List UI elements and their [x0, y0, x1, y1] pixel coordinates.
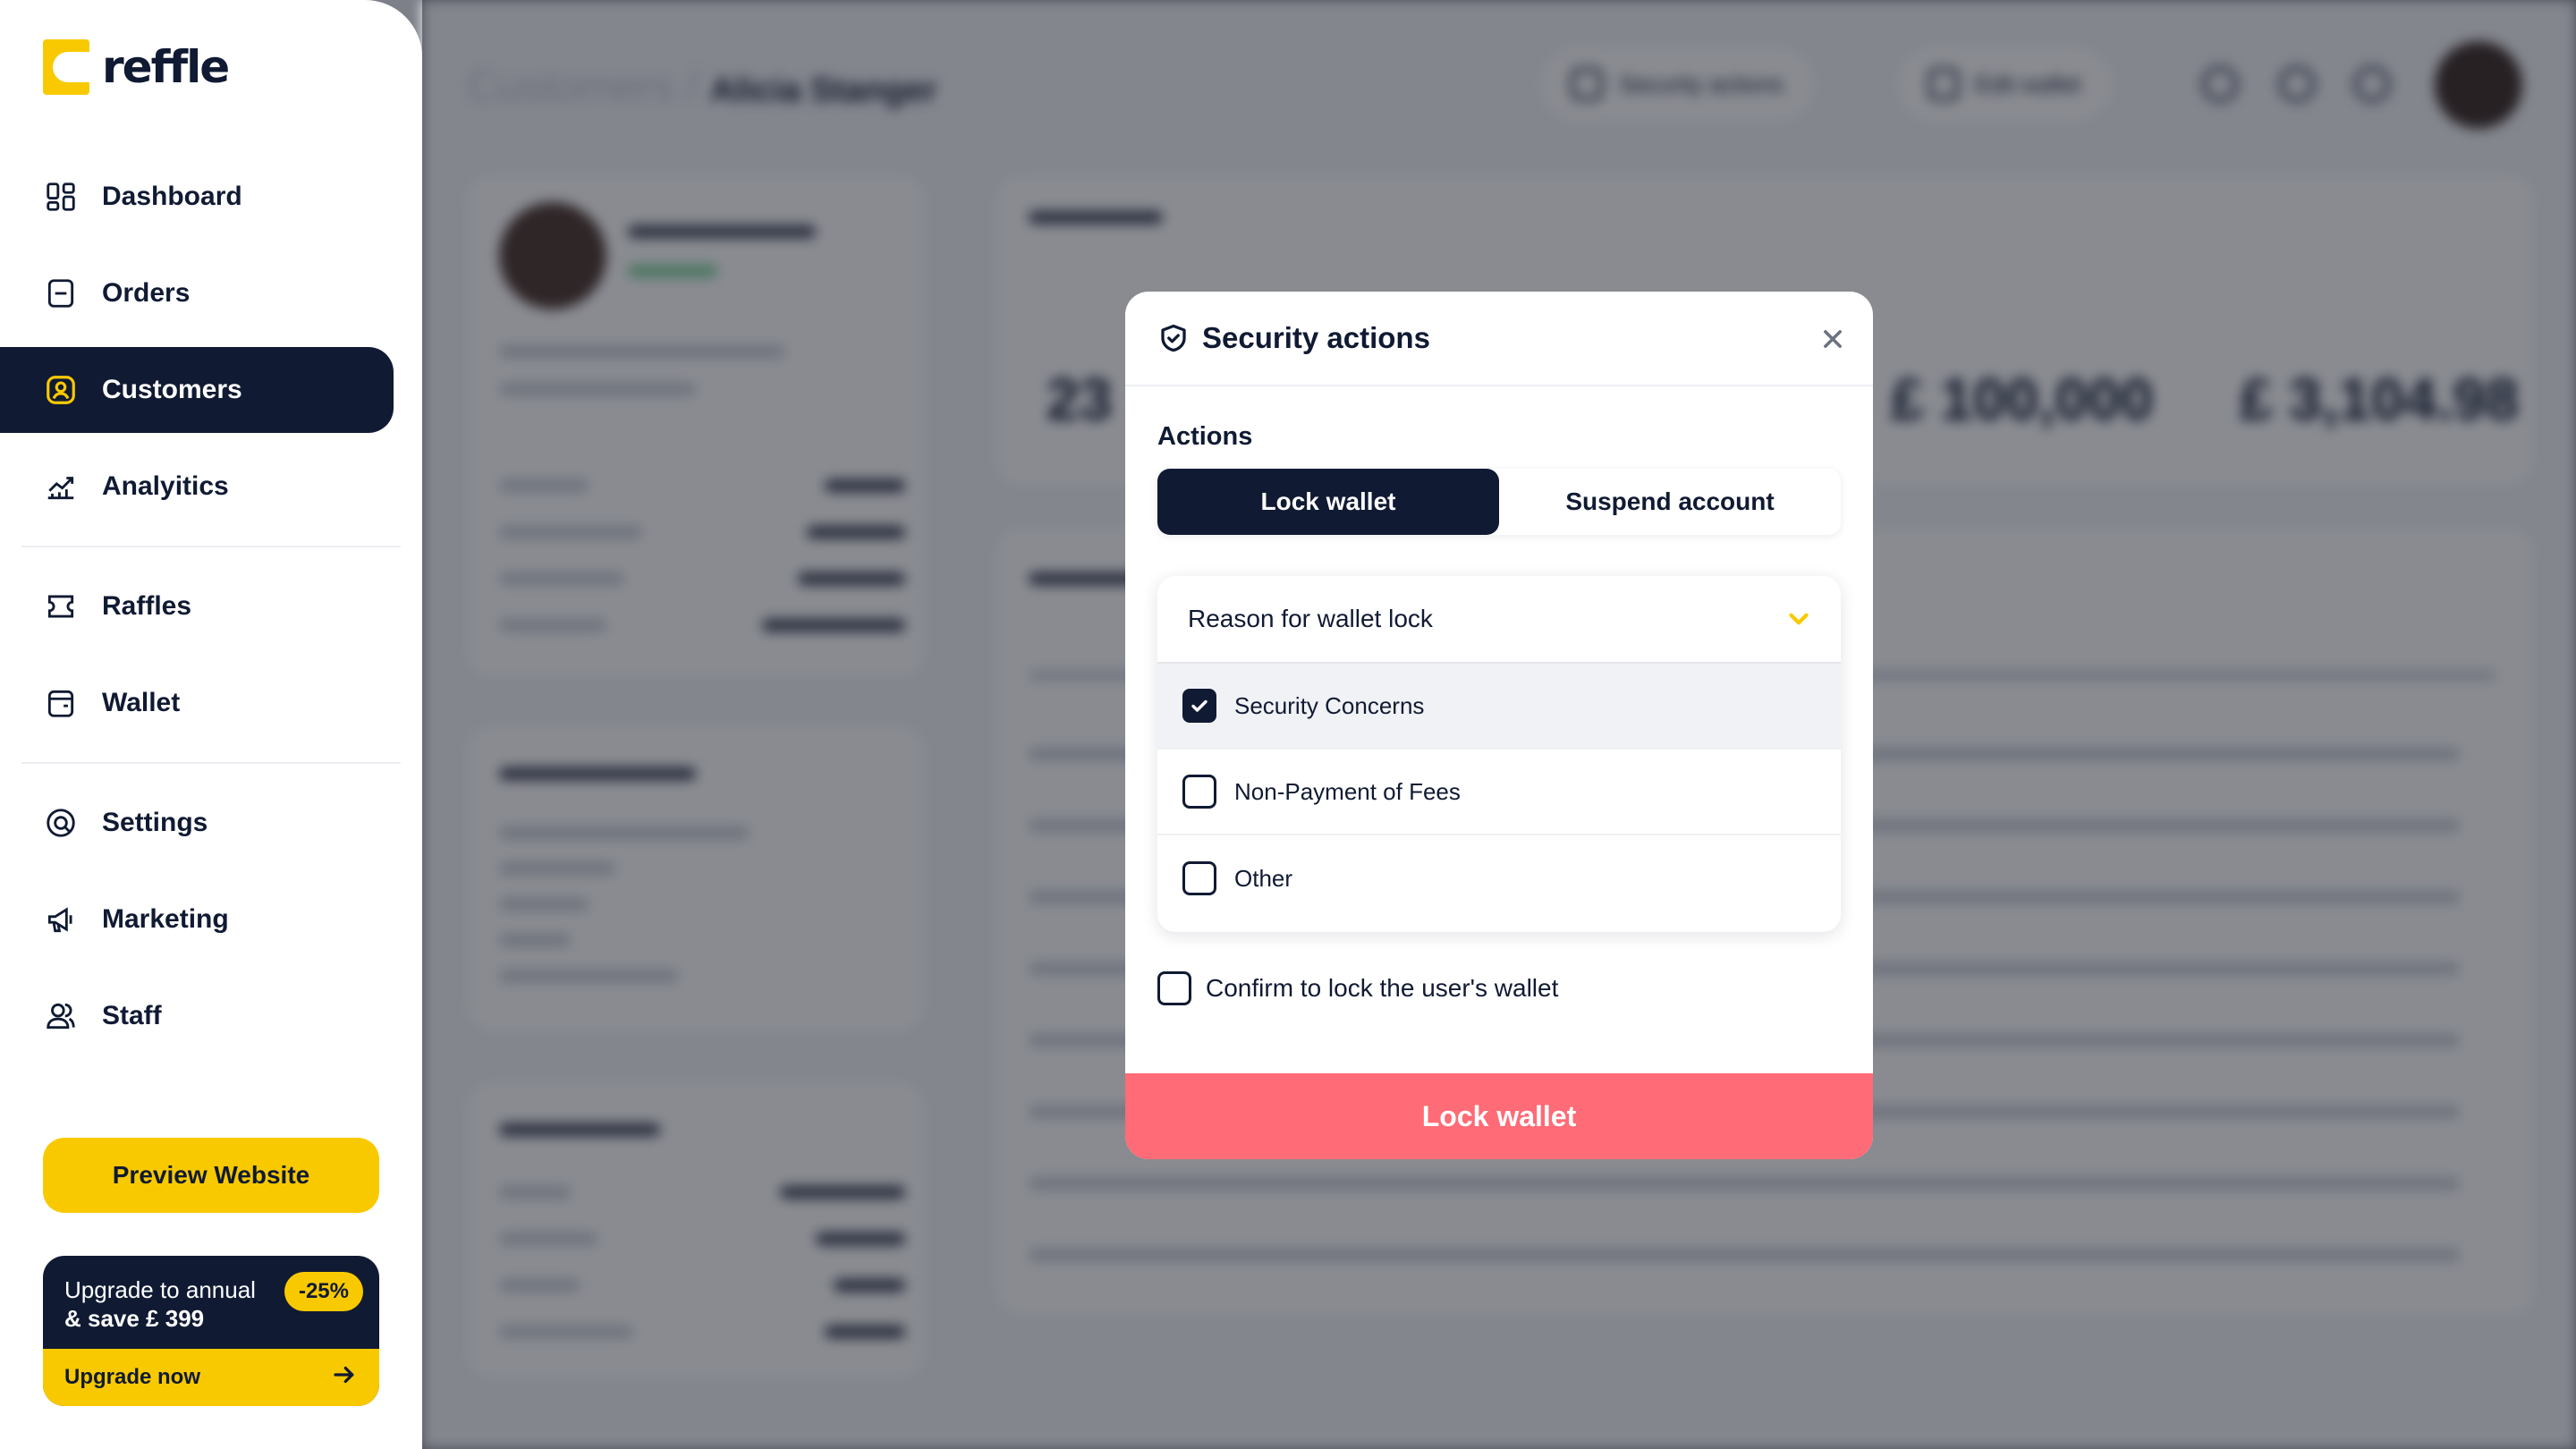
upgrade-line-2: & save £ 399 — [64, 1305, 205, 1332]
lock-wallet-submit-button[interactable]: Lock wallet — [1125, 1073, 1873, 1159]
reason-dropdown: Reason for wallet lock Security Concerns… — [1157, 576, 1841, 932]
modal-header: Security actions — [1125, 292, 1873, 386]
sidebar-item-staff[interactable]: Staff — [0, 973, 394, 1059]
sidebar-item-label: Orders — [102, 278, 191, 308]
upgrade-now-button[interactable]: Upgrade now — [43, 1349, 379, 1406]
sidebar-item-label: Marketing — [102, 904, 229, 934]
checkbox-checked[interactable] — [1182, 689, 1216, 723]
reason-option-label: Non-Payment of Fees — [1234, 777, 1461, 805]
confirm-lock-row[interactable]: Confirm to lock the user's wallet — [1157, 971, 1558, 1005]
security-actions-modal: Security actions Actions Lock wallet Sus… — [1125, 292, 1873, 1159]
sidebar-item-wallet[interactable]: Wallet — [0, 660, 394, 746]
modal-title: Security actions — [1202, 321, 1430, 354]
analytics-icon — [43, 469, 79, 504]
preview-website-button[interactable]: Preview Website — [43, 1138, 379, 1213]
dashboard-icon — [43, 179, 79, 215]
upgrade-title: Upgrade to annual & save £ 399 — [64, 1275, 297, 1333]
logo-text: reffle — [102, 41, 230, 93]
reason-dropdown-trigger[interactable]: Reason for wallet lock — [1157, 576, 1841, 664]
logo-mark-icon — [43, 39, 89, 95]
confirm-label: Confirm to lock the user's wallet — [1206, 974, 1559, 1002]
upgrade-card: Upgrade to annual & save £ 399 -25% Upgr… — [43, 1256, 379, 1406]
discount-badge: -25% — [284, 1272, 363, 1311]
sidebar-divider — [21, 762, 401, 764]
sidebar-item-label: Dashboard — [102, 182, 242, 211]
shield-check-icon — [1157, 322, 1190, 354]
sidebar-item-analytics[interactable]: Analyitics — [0, 444, 394, 530]
checkbox-unchecked[interactable] — [1182, 775, 1216, 809]
close-icon — [1824, 330, 1842, 348]
sidebar-item-label: Analyitics — [102, 471, 229, 501]
sidebar-item-marketing[interactable]: Marketing — [0, 877, 394, 962]
checkbox-unchecked[interactable] — [1182, 861, 1216, 895]
chevron-down-icon — [1789, 613, 1809, 625]
settings-icon — [43, 805, 79, 841]
sidebar-item-raffles[interactable]: Raffles — [0, 564, 394, 649]
action-tabs: Lock wallet Suspend account — [1157, 469, 1841, 535]
megaphone-icon — [43, 902, 79, 937]
app-logo[interactable]: reffle — [43, 39, 230, 95]
sidebar-item-customers[interactable]: Customers — [0, 347, 394, 433]
wallet-icon — [43, 685, 79, 721]
reason-option-label: Security Concerns — [1234, 691, 1425, 719]
reason-option-non-payment[interactable]: Non-Payment of Fees — [1157, 750, 1841, 835]
sidebar-item-orders[interactable]: Orders — [0, 250, 394, 336]
sidebar: reffle Dashboard Orders Customers Analyi… — [0, 0, 422, 1449]
tab-lock-wallet[interactable]: Lock wallet — [1157, 469, 1499, 535]
reason-option-label: Other — [1234, 864, 1293, 892]
staff-icon — [43, 998, 79, 1034]
check-icon — [1191, 699, 1208, 712]
sidebar-item-label: Wallet — [102, 688, 181, 717]
orders-icon — [43, 275, 79, 311]
ticket-icon — [43, 589, 79, 624]
close-button[interactable] — [1812, 318, 1853, 360]
upgrade-now-label: Upgrade now — [64, 1365, 201, 1389]
sidebar-item-label: Settings — [102, 808, 208, 837]
sidebar-divider — [21, 546, 401, 547]
tab-suspend-account[interactable]: Suspend account — [1499, 469, 1841, 535]
sidebar-item-dashboard[interactable]: Dashboard — [0, 154, 394, 240]
confirm-checkbox[interactable] — [1157, 971, 1191, 1005]
sidebar-item-label: Raffles — [102, 591, 192, 621]
sidebar-item-label: Staff — [102, 1001, 162, 1030]
actions-label: Actions — [1157, 422, 1253, 451]
reason-option-other[interactable]: Other — [1157, 835, 1841, 921]
sidebar-item-label: Customers — [102, 375, 242, 404]
upgrade-line-1: Upgrade to annual — [64, 1276, 256, 1303]
reason-dropdown-placeholder: Reason for wallet lock — [1188, 605, 1433, 632]
arrow-right-icon — [331, 1361, 358, 1394]
sidebar-item-settings[interactable]: Settings — [0, 780, 394, 866]
customers-icon — [43, 372, 79, 408]
reason-option-security-concerns[interactable]: Security Concerns — [1157, 664, 1841, 750]
